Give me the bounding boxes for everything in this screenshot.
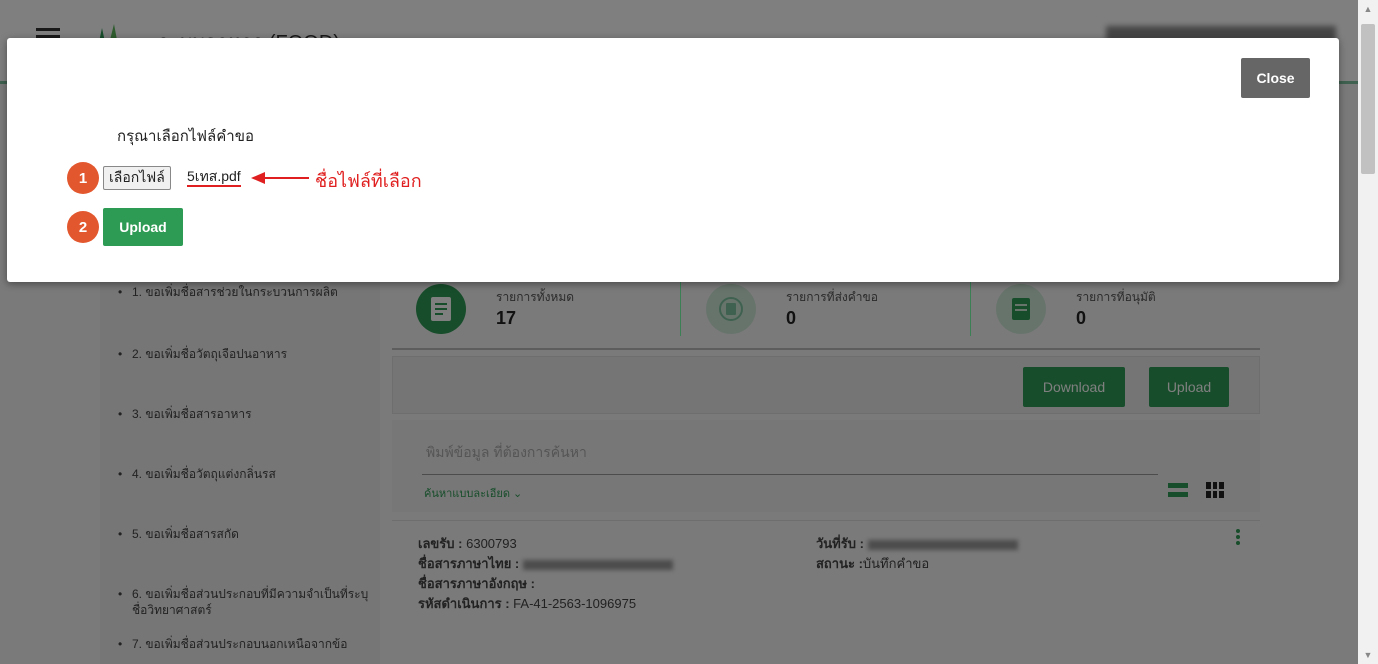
file-select-row: 1 เลือกไฟล์ 5เทส.pdf ชื่อไฟล์ที่เลือก bbox=[67, 162, 567, 194]
scrollbar[interactable]: ▲ ▼ bbox=[1358, 0, 1378, 664]
upload-row: 2 Upload bbox=[67, 208, 267, 248]
annotation-label: ชื่อไฟล์ที่เลือก bbox=[315, 171, 422, 191]
step-1-badge: 1 bbox=[67, 162, 99, 194]
arrow-left-icon bbox=[251, 172, 309, 184]
scroll-up-icon[interactable]: ▲ bbox=[1358, 0, 1378, 18]
close-button[interactable]: Close bbox=[1241, 58, 1310, 98]
scroll-down-icon[interactable]: ▼ bbox=[1358, 646, 1378, 664]
upload-modal: Close กรุณาเลือกไฟล์คำขอ 1 เลือกไฟล์ 5เท… bbox=[7, 38, 1339, 282]
scroll-thumb[interactable] bbox=[1361, 24, 1375, 174]
step-2-badge: 2 bbox=[67, 211, 99, 243]
selected-file-name: 5เทส.pdf bbox=[187, 168, 241, 187]
modal-title: กรุณาเลือกไฟล์คำขอ bbox=[117, 128, 254, 145]
choose-file-button[interactable]: เลือกไฟล์ bbox=[103, 166, 171, 190]
modal-upload-button[interactable]: Upload bbox=[103, 208, 183, 246]
